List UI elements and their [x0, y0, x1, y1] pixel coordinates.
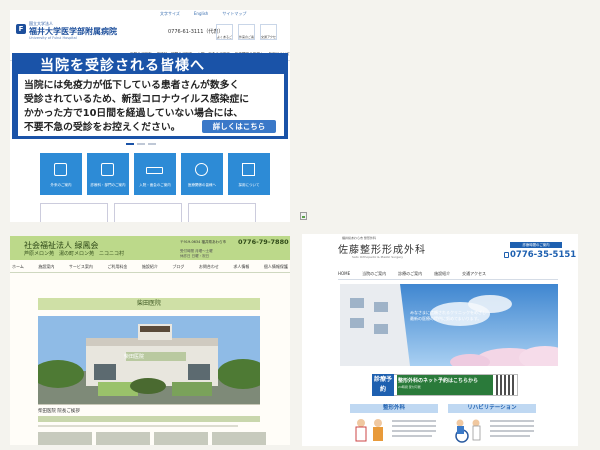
text-placeholder — [392, 435, 432, 437]
reservation-title: 整形外科のネット予約はこちらから — [398, 378, 479, 384]
clinic-name[interactable]: 佐藤整形形成外科 — [338, 241, 426, 256]
nav-item[interactable]: 交通アクセス — [462, 271, 486, 277]
secondary-cards — [40, 203, 256, 222]
text-placeholder — [392, 420, 436, 422]
nav-item[interactable]: お問合わせ — [199, 264, 219, 270]
nav-item[interactable]: ブログ — [172, 264, 184, 270]
quick-tiles: 外来のご案内 診療科・部門のご案内 入院・面会のご案内 医療関係の皆様へ 採用に… — [40, 153, 270, 195]
thumbnail[interactable] — [154, 432, 208, 445]
bed-icon — [146, 167, 163, 174]
text-placeholder — [392, 425, 436, 427]
reservation-subtitle: 24時間 受付可能 — [398, 385, 421, 389]
text-placeholder — [490, 425, 534, 427]
doctor-icon — [195, 163, 208, 176]
thumbnail[interactable] — [96, 432, 150, 445]
building-sign-text: 柴田医院 — [124, 354, 145, 360]
main-nav: ホーム 施設案内 サービス案内 ご利用料金 施設紹介 ブログ お問合わせ 求人情… — [10, 264, 290, 270]
facility-list: 芦原メロン苑 湯の町メロン苑 ニコニコ村 — [24, 251, 125, 257]
tile-outpatient[interactable]: 外来のご案内 — [40, 153, 82, 195]
nav-item[interactable]: 施設紹介 — [434, 271, 450, 277]
text-placeholder — [38, 425, 238, 427]
banner-title: 当院を受診される皆様へ — [40, 58, 205, 74]
nav-item[interactable]: 個人情報保護 — [264, 264, 288, 270]
doctor-illustration-icon — [352, 418, 388, 444]
wheelchair-illustration-icon — [450, 418, 486, 444]
breadcrumb: 福井県あわら市 整形外科 — [342, 236, 376, 240]
reservation-label: 診療予約 — [372, 374, 394, 396]
phone-number: 0776-35-5151 — [510, 250, 577, 260]
covid-banner-wrap: 当院を受診される皆様へ 当院には免疫力が低下している患者さんが数多く 受診されて… — [10, 10, 290, 222]
website-panel-welfare-corp: 社会福祉法人 緑鳳会 芦原メロン苑 湯の町メロン苑 ニコニコ村 〒919-063… — [10, 236, 290, 445]
phone-number: 0776-79-7880 — [238, 238, 289, 246]
tile-recruitment[interactable]: 採用について — [228, 153, 270, 195]
banner-line: かかった方で10日間を経過していない場合には、 — [24, 108, 244, 119]
banner-line: 当院には免疫力が低下している患者さんが数多く — [24, 80, 240, 91]
tile-medical-professionals[interactable]: 医療関係の皆様へ — [181, 153, 223, 195]
tile-departments[interactable]: 診療科・部門のご案内 — [87, 153, 129, 195]
text-placeholder — [490, 420, 534, 422]
tile-inpatient[interactable]: 入院・面会のご案内 — [134, 153, 176, 195]
divider — [338, 279, 558, 280]
divider — [10, 272, 290, 273]
document-icon — [54, 163, 67, 176]
decorative-strip — [38, 416, 260, 422]
info-card[interactable] — [188, 203, 256, 222]
nav-item[interactable]: ご利用料金 — [107, 264, 127, 270]
hours-badge[interactable]: 診療時間のご案内 — [510, 242, 562, 248]
section-rehabilitation[interactable]: リハビリテーション — [448, 404, 536, 413]
hero-image — [340, 284, 558, 366]
building-icon — [242, 163, 255, 176]
nav-item[interactable]: 施設紹介 — [142, 264, 158, 270]
nav-item[interactable]: 当院のご案内 — [362, 271, 386, 277]
divider — [38, 404, 260, 405]
carousel-dot[interactable] — [148, 143, 156, 145]
carousel-dot[interactable] — [137, 143, 145, 145]
qr-code-icon — [496, 375, 516, 395]
photo-thumbnails — [38, 432, 266, 445]
text-placeholder — [392, 430, 436, 432]
nav-item[interactable]: サービス案内 — [69, 264, 93, 270]
section-orthopedics[interactable]: 整形外科 — [350, 404, 438, 413]
details-button[interactable]: 詳しくはこちら — [202, 120, 276, 133]
address: 〒919-0634 福井県あわら市 — [180, 240, 226, 244]
text-placeholder — [490, 435, 530, 437]
section-title: 柴田医院 — [38, 298, 260, 310]
nav-item[interactable]: HOME — [338, 271, 350, 277]
broken-image-icon — [300, 212, 307, 220]
banner-line: 不要不急の受診をお控えください。 — [24, 122, 181, 133]
phone-icon — [504, 252, 509, 258]
website-panel-orthopedic-clinic: 福井県あわら市 整形外科 佐藤整形形成外科 Sato Orthopedic & … — [302, 234, 578, 446]
clinic-name-english: Sato Orthopedic & Plastic Surgery — [352, 255, 404, 259]
thumbnail[interactable] — [38, 432, 92, 445]
director-greeting-heading: 柴田医院 院長ご挨拶 — [38, 409, 80, 414]
banner-line: 受診されているため、新型コロナウイルス感染症に — [24, 94, 250, 105]
clinic-building-photo — [38, 316, 260, 404]
carousel-dots — [126, 143, 156, 145]
nav-item[interactable]: 求人情報 — [233, 264, 249, 270]
nav-item[interactable]: 施設案内 — [38, 264, 54, 270]
closed-days: 休診日 日曜・祝日 — [180, 254, 210, 258]
carousel-dot[interactable] — [126, 143, 134, 145]
hero-tagline: 最新の医療の提供に努めてまいります。 — [410, 316, 482, 321]
thumbnail[interactable] — [212, 432, 266, 445]
text-placeholder — [490, 430, 534, 432]
main-nav: HOME 当院のご案内 診療のご案内 施設紹介 交通アクセス — [338, 271, 558, 277]
info-card[interactable] — [40, 203, 108, 222]
info-card[interactable] — [114, 203, 182, 222]
nav-item[interactable]: ホーム — [12, 264, 24, 270]
nav-item[interactable]: 診療のご案内 — [398, 271, 422, 277]
clipboard-icon — [101, 163, 114, 176]
